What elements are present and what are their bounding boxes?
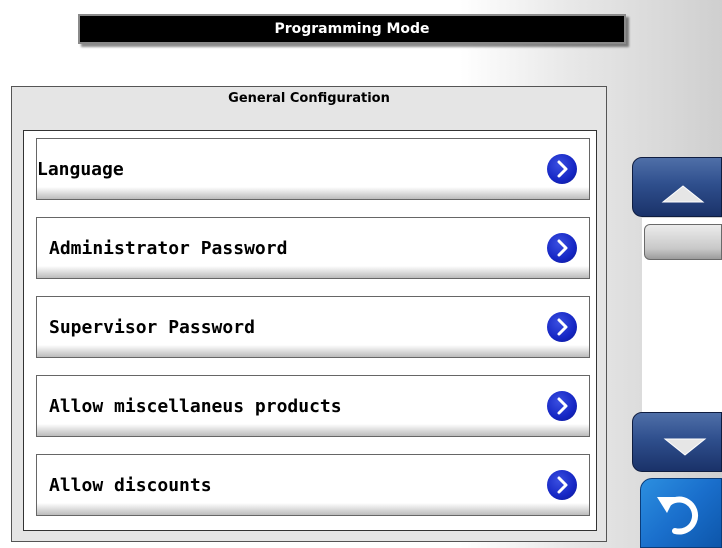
config-item-label: Administrator Password	[49, 237, 288, 259]
scroll-down-button[interactable]	[632, 412, 722, 472]
page-title: Programming Mode	[274, 21, 430, 37]
panel-title: General Configuration	[228, 91, 390, 106]
undo-arrow-icon	[657, 496, 699, 535]
scrollbar-thumb[interactable]	[644, 224, 722, 260]
config-item-allow-discounts[interactable]: Allow discounts	[36, 454, 590, 516]
chevron-right-icon	[547, 154, 577, 184]
config-item-label: Allow miscellaneus products	[49, 395, 342, 417]
general-configuration-panel: General Configuration Language Administr…	[11, 86, 607, 542]
config-item-supervisor-password[interactable]: Supervisor Password	[36, 296, 590, 358]
back-button[interactable]	[640, 478, 722, 548]
triangle-up-icon	[661, 185, 705, 203]
chevron-right-icon	[547, 470, 577, 500]
scroll-up-button[interactable]	[632, 157, 722, 217]
chevron-right-icon	[547, 312, 577, 342]
chevron-right-icon	[547, 391, 577, 421]
config-item-label: Language	[37, 158, 124, 180]
config-list: Language Administrator Password Supervis…	[23, 130, 597, 531]
chevron-right-icon	[547, 233, 577, 263]
config-item-language[interactable]: Language	[36, 138, 590, 200]
config-item-label: Supervisor Password	[49, 316, 255, 338]
page-title-bar: Programming Mode	[78, 14, 626, 44]
config-item-allow-miscellaneus-products[interactable]: Allow miscellaneus products	[36, 375, 590, 437]
config-item-label: Allow discounts	[49, 474, 212, 496]
config-item-administrator-password[interactable]: Administrator Password	[36, 217, 590, 279]
triangle-down-icon	[663, 438, 707, 456]
